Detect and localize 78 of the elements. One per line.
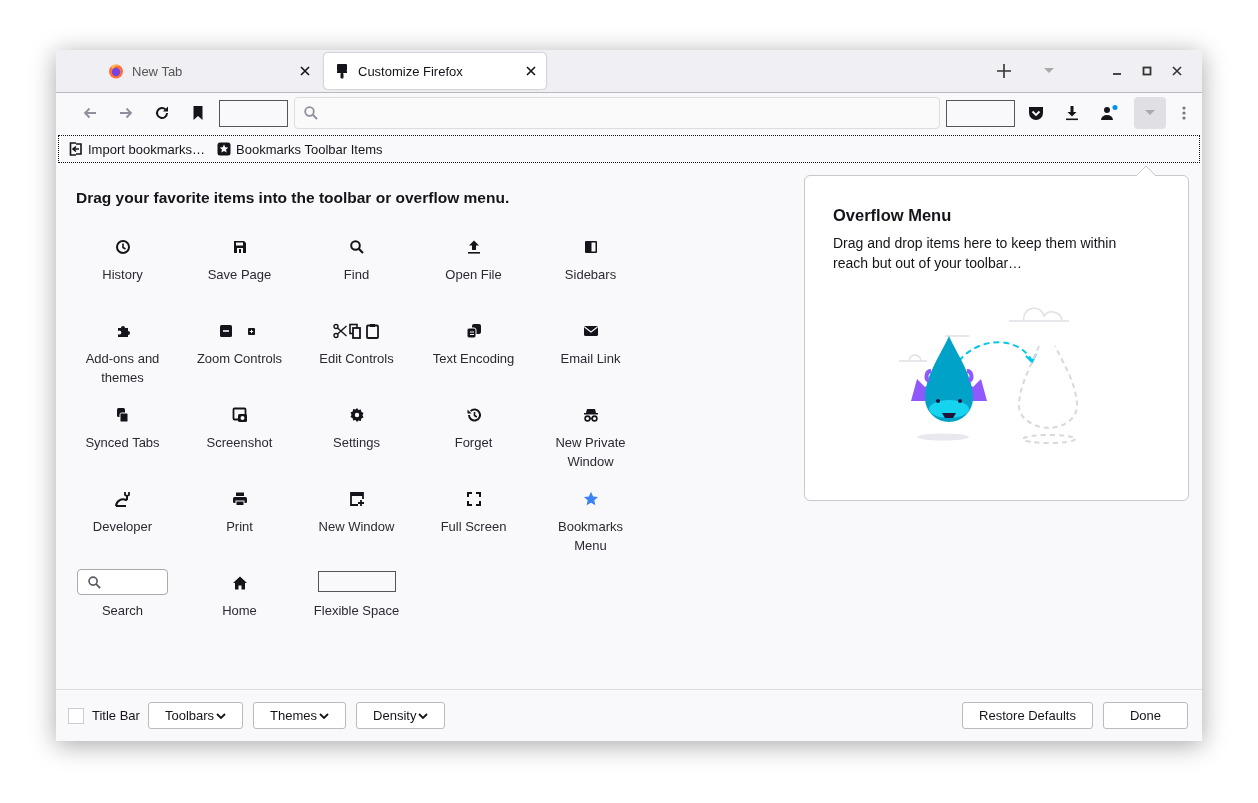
reload-icon[interactable] [154, 105, 170, 121]
paintbrush-icon [334, 63, 350, 79]
search-icon [87, 574, 102, 590]
palette-item[interactable]: Zoom Controls [181, 313, 298, 397]
star-icon [217, 142, 232, 156]
sidebar-icon [582, 239, 599, 255]
palette-item[interactable]: Sidebars [532, 229, 649, 313]
download-icon[interactable] [1064, 105, 1080, 121]
upload-icon [465, 239, 482, 255]
palette-item[interactable]: Home [181, 565, 298, 649]
close-icon[interactable] [1172, 66, 1182, 76]
checkbox-label: Title Bar [92, 708, 140, 723]
history-icon [465, 407, 482, 423]
panel-title: Overflow Menu [833, 206, 953, 225]
cut-copy-paste-icon [332, 323, 381, 339]
palette-item[interactable]: Forget [415, 397, 532, 481]
palette-item[interactable]: Developer [64, 481, 181, 565]
palette-item[interactable]: Print [181, 481, 298, 565]
maximize-icon[interactable] [1142, 66, 1152, 76]
footer-button[interactable]: Done [1102, 702, 1188, 729]
palette-item[interactable]: Screenshot [181, 397, 298, 481]
palette-item[interactable]: Synced Tabs [64, 397, 181, 481]
flexible-space [219, 99, 288, 127]
palette-item[interactable]: Edit Controls [298, 313, 415, 397]
fox-logo-icon [108, 63, 124, 79]
checkbox[interactable] [68, 707, 84, 724]
dropdown-button[interactable]: Themes [253, 702, 347, 729]
title-bar-checkbox[interactable]: Title Bar [68, 707, 140, 724]
tab[interactable]: Customize Firefox [324, 53, 546, 89]
bookmark-item[interactable]: Import bookmarks… [69, 141, 206, 157]
caret-down-icon [1145, 110, 1155, 116]
palette-item[interactable]: Flexible Space [298, 565, 415, 649]
new-window-icon [348, 491, 365, 507]
home-icon [231, 575, 248, 591]
palette-item[interactable]: Text Encoding [415, 313, 532, 397]
panel-description: Drag and drop items here to keep them within reach but out of your toolbar… [833, 234, 1118, 273]
palette-item[interactable]: New Window [298, 481, 415, 565]
search-icon [303, 105, 319, 121]
palette-item[interactable]: Add-ons and themes [64, 313, 181, 397]
star-icon [582, 491, 599, 507]
tab[interactable]: New Tab [98, 53, 320, 89]
document-stack-icon [465, 323, 482, 339]
close-icon[interactable] [526, 66, 536, 76]
bookmark-item[interactable]: Bookmarks Toolbar Items [217, 141, 383, 157]
gear-icon [348, 407, 365, 423]
dropdown-button[interactable]: Density [356, 702, 446, 729]
menu-dots-icon[interactable] [1182, 105, 1186, 121]
account-icon[interactable] [1100, 105, 1118, 121]
envelope-icon [582, 323, 599, 339]
palette-item[interactable]: Email Link [532, 313, 649, 397]
pocket-icon[interactable] [1028, 105, 1044, 121]
search-icon [348, 239, 365, 255]
palette-item[interactable]: Search [64, 565, 181, 649]
plus-icon[interactable] [996, 63, 1012, 79]
chevron-down-icon [418, 712, 429, 719]
dropdown-button[interactable]: Toolbars [147, 702, 244, 729]
chevron-down-icon [319, 712, 330, 719]
devices-icon [114, 407, 131, 423]
close-icon[interactable] [300, 66, 310, 76]
palette-item[interactable]: New Private Window [532, 397, 649, 481]
fullscreen-icon [465, 491, 482, 507]
palette-item[interactable]: Settings [298, 397, 415, 481]
printer-icon [231, 491, 248, 507]
palette-item[interactable]: Save Page [181, 229, 298, 313]
palette-item[interactable]: Find [298, 229, 415, 313]
palette-item[interactable]: History [64, 229, 181, 313]
chevron-down-icon [216, 712, 227, 719]
palette-item[interactable]: Full Screen [415, 481, 532, 565]
clock-icon [114, 239, 131, 255]
screenshot-icon [231, 407, 248, 423]
wrench-icon [114, 491, 131, 507]
flexible-space [946, 99, 1015, 127]
footer-button[interactable]: Restore Defaults [962, 702, 1093, 729]
import-icon [69, 142, 83, 156]
palette-heading: Drag your favorite items into the toolbar or overflow menu. [76, 189, 511, 207]
palette-item[interactable]: Bookmarks Menu [532, 481, 649, 565]
palette-item[interactable]: Open File [415, 229, 532, 313]
hat-glasses-icon [582, 407, 599, 423]
